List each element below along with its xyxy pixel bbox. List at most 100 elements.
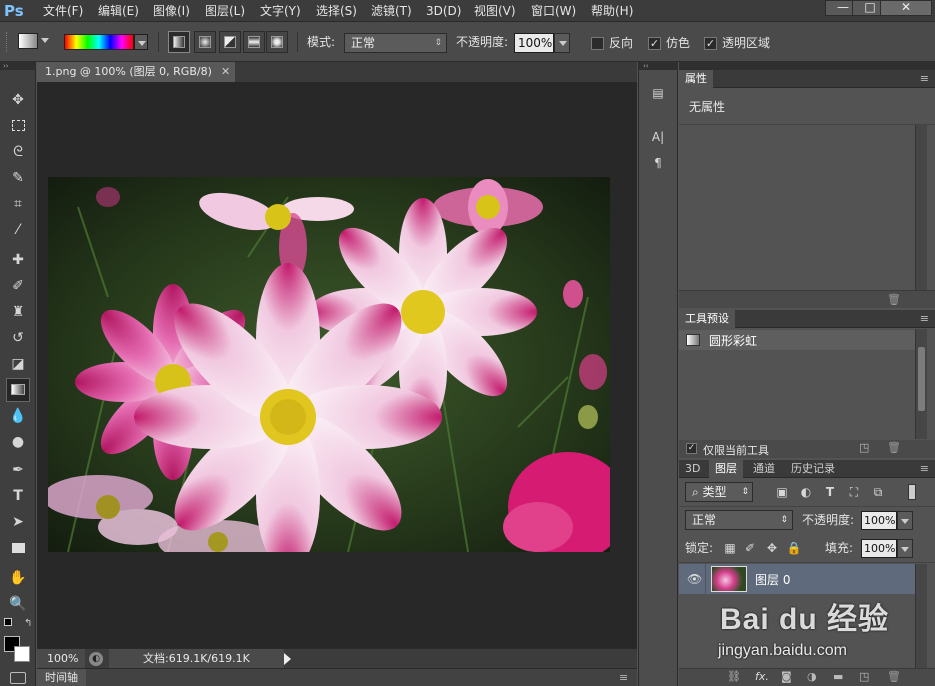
opacity-dropdown[interactable] [554, 33, 570, 53]
lasso-tool-icon[interactable]: ᘓ [6, 140, 30, 164]
transparency-checkbox[interactable]: ✓ [704, 37, 717, 50]
menu-3d[interactable]: 3D(D) [426, 0, 461, 22]
diamond-gradient-button[interactable] [266, 31, 288, 53]
eraser-tool-icon[interactable]: ◪ [6, 352, 30, 376]
close-tab-icon[interactable]: ✕ [221, 62, 230, 82]
right-dock-handle[interactable] [679, 62, 935, 70]
fx-icon[interactable]: fx. [755, 670, 769, 683]
panel-menu-icon[interactable]: ≡ [920, 310, 929, 328]
history-panel-icon[interactable]: ▤ [649, 84, 667, 102]
menu-file[interactable]: 文件(F) [43, 0, 83, 22]
fill-dropdown[interactable] [897, 539, 913, 558]
zoom-level[interactable]: 100% [37, 649, 85, 668]
menu-window[interactable]: 窗口(W) [531, 0, 576, 22]
menu-select[interactable]: 选择(S) [316, 0, 357, 22]
eyedropper-tool-icon[interactable]: ⁄ [6, 218, 30, 242]
layer-filter-select[interactable]: ⌕ 类型 ⇕ [685, 482, 753, 502]
dock-collapse-handle[interactable]: ‹‹ [639, 62, 678, 70]
filter-pixel-icon[interactable]: ▣ [773, 483, 791, 501]
fill-input[interactable]: 100% [861, 539, 897, 558]
new-layer-icon[interactable]: ◳ [859, 670, 869, 683]
mode-select[interactable]: 正常 ⇕ [344, 33, 447, 53]
gradient-tool-preset-icon[interactable] [18, 33, 38, 49]
status-info-icon[interactable]: ◐ [89, 652, 103, 666]
trash-icon[interactable]: 🗑 [887, 291, 901, 309]
gradient-picker[interactable] [64, 34, 134, 50]
default-colors-icon[interactable] [4, 618, 12, 626]
filter-type-icon[interactable]: T [821, 483, 839, 501]
status-menu-arrow-icon[interactable] [284, 653, 291, 665]
menu-layer[interactable]: 图层(L) [205, 0, 245, 22]
quick-mask-icon[interactable] [10, 672, 26, 684]
tool-presets-scrollbar[interactable] [915, 329, 927, 439]
quick-selection-tool-icon[interactable]: ✎ [6, 166, 30, 190]
clone-stamp-tool-icon[interactable]: ♜ [6, 300, 30, 324]
adjustment-layer-icon[interactable]: ◑ [807, 670, 817, 683]
menu-image[interactable]: 图像(I) [153, 0, 190, 22]
lock-all-icon[interactable]: 🔒 [785, 539, 803, 557]
move-tool-icon[interactable]: ✥ [6, 88, 30, 112]
properties-tab[interactable]: 属性 [679, 70, 713, 88]
filter-adjustment-icon[interactable]: ◐ [797, 483, 815, 501]
paragraph-panel-icon[interactable]: ¶ [649, 154, 667, 172]
canvas-area[interactable] [37, 82, 637, 648]
tools-panel-collapse[interactable]: ›› [0, 62, 36, 70]
trash-icon[interactable]: 🗑 [887, 670, 901, 683]
opacity-input[interactable]: 100% [514, 33, 554, 53]
brush-tool-icon[interactable]: ✐ [6, 274, 30, 298]
lock-pixels-icon[interactable]: ✐ [741, 539, 759, 557]
menu-help[interactable]: 帮助(H) [591, 0, 633, 22]
current-tool-only-checkbox[interactable]: ✓ [686, 443, 697, 454]
link-layers-icon[interactable]: ⛓ [727, 670, 741, 683]
lock-position-icon[interactable]: ✥ [763, 539, 781, 557]
tool-preset-item[interactable]: 圆形彩虹 [679, 330, 915, 350]
dodge-tool-icon[interactable]: ● [6, 430, 30, 454]
new-preset-icon[interactable]: ◳ [859, 441, 869, 454]
chevron-down-icon[interactable] [41, 38, 49, 43]
tab-3d[interactable]: 3D [679, 460, 706, 478]
trash-icon[interactable]: 🗑 [887, 441, 901, 454]
blur-tool-icon[interactable]: 💧 [6, 404, 30, 428]
dither-checkbox[interactable]: ✓ [648, 37, 661, 50]
rectangle-tool-icon[interactable] [6, 536, 30, 560]
close-button[interactable]: ✕ [880, 0, 932, 16]
history-brush-tool-icon[interactable]: ↺ [6, 326, 30, 350]
character-panel-icon[interactable]: A| [649, 128, 667, 146]
tab-layers[interactable]: 图层 [709, 460, 743, 478]
eye-visibility-icon[interactable]: 👁 [687, 572, 702, 586]
menu-edit[interactable]: 编辑(E) [98, 0, 139, 22]
hand-tool-icon[interactable]: ✋ [6, 566, 30, 590]
panel-menu-icon[interactable]: ≡ [920, 70, 929, 88]
filter-shape-icon[interactable]: ⛶ [845, 483, 863, 501]
tab-history[interactable]: 历史记录 [785, 460, 841, 478]
menu-filter[interactable]: 滤镜(T) [371, 0, 412, 22]
healing-brush-tool-icon[interactable]: ✚ [6, 248, 30, 272]
layer-opacity-dropdown[interactable] [897, 511, 913, 530]
grip-handle[interactable] [6, 32, 10, 52]
scroll-thumb[interactable] [918, 347, 925, 411]
lock-transparent-icon[interactable]: ▦ [721, 539, 739, 557]
panel-menu-icon[interactable]: ≡ [920, 460, 929, 478]
reverse-checkbox[interactable] [591, 37, 604, 50]
document-canvas[interactable] [48, 177, 610, 552]
properties-scrollbar[interactable] [915, 125, 927, 290]
marquee-tool-icon[interactable] [6, 114, 30, 138]
gradient-tool-icon[interactable] [6, 378, 30, 402]
timeline-tab[interactable]: 时间轴 [37, 669, 86, 686]
pen-tool-icon[interactable]: ✒ [6, 458, 30, 482]
layer-opacity-input[interactable]: 100% [861, 511, 897, 530]
filter-toggle-switch[interactable] [908, 484, 916, 500]
layer-mask-icon[interactable]: ◙ [781, 670, 792, 683]
document-tab[interactable]: 1.png @ 100% (图层 0, RGB/8) ✕ [37, 62, 235, 82]
background-color-swatch[interactable] [14, 646, 30, 662]
menu-view[interactable]: 视图(V) [474, 0, 516, 22]
gradient-picker-dropdown[interactable] [134, 34, 148, 50]
crop-tool-icon[interactable]: ⌗ [6, 192, 30, 216]
type-tool-icon[interactable]: T [6, 484, 30, 508]
tool-presets-tab[interactable]: 工具预设 [679, 310, 735, 328]
radial-gradient-button[interactable] [194, 31, 216, 53]
filter-smart-object-icon[interactable]: ⧉ [869, 483, 887, 501]
tab-channels[interactable]: 通道 [747, 460, 781, 478]
reflected-gradient-button[interactable] [243, 31, 265, 53]
swap-colors-icon[interactable]: ↰ [24, 618, 32, 629]
